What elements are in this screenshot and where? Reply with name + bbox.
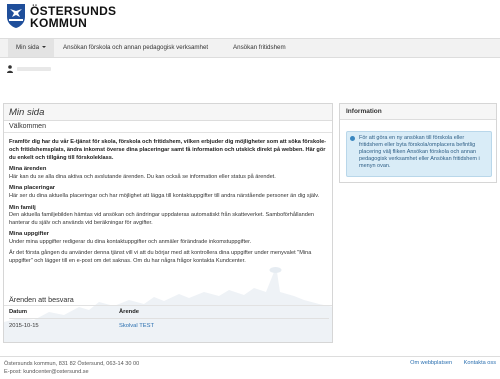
section-title-arenden: Mina ärenden <box>9 166 47 173</box>
information-text: För att göra en ny ansökan till förskola… <box>359 135 480 169</box>
footer: Östersunds kommun, 831 82 Östersund, 063… <box>0 356 500 379</box>
info-icon <box>350 136 355 141</box>
section-title-familj: Min familj <box>9 204 36 211</box>
table-header-datum: Datum <box>9 309 28 315</box>
main-title-row: Min sida <box>4 104 332 121</box>
welcome-heading: Välkommen <box>9 123 46 130</box>
table-cell-case-link[interactable]: Skolval TEST <box>119 323 154 329</box>
information-title: Information <box>346 108 382 115</box>
intro-text: Framför dig har du vår E-tjänst för skol… <box>9 139 327 161</box>
logo-text[interactable]: ÖSTERSUNDS KOMMUN <box>30 5 116 29</box>
information-header: Information <box>340 104 496 120</box>
footer-link-kontakta-oss[interactable]: Kontakta oss <box>464 360 496 366</box>
information-panel: Information För att göra en ny ansökan t… <box>339 103 497 183</box>
nav-ansokan-forskola[interactable]: Ansökan förskola och annan pedagogisk ve… <box>55 39 216 57</box>
chevron-down-icon <box>42 46 47 49</box>
nav-ansokan-fritidshem[interactable]: Ansökan fritidshem <box>225 39 294 57</box>
section-body-placeringar: Här ser du dina aktuella placeringar och… <box>9 192 320 199</box>
main-nav: Min sida Ansökan förskola och annan peda… <box>0 38 500 58</box>
user-name-redacted <box>17 67 51 71</box>
page-title: Min sida <box>9 107 45 118</box>
section-body-uppgifter: Under mina uppgifter redigerar du dina k… <box>9 238 252 245</box>
coat-of-arms-icon[interactable] <box>6 3 26 29</box>
welcome-content: Framför dig har du vår E-tjänst för skol… <box>9 139 329 266</box>
header: ÖSTERSUNDS KOMMUN <box>0 0 500 38</box>
nav-min-sida[interactable]: Min sida <box>8 39 55 57</box>
arenden-title-row: Ärenden att besvara <box>4 294 332 306</box>
outro-text: Är det första gången du använder denna t… <box>9 250 312 264</box>
arenden-heading: Ärenden att besvara <box>9 295 74 304</box>
user-bar <box>0 62 500 78</box>
footer-address: Östersunds kommun, 831 82 Östersund, 063… <box>4 361 140 367</box>
logo-line2: KOMMUN <box>30 16 88 30</box>
table-divider <box>9 318 329 319</box>
information-alert: För att göra en ny ansökan till förskola… <box>346 131 492 177</box>
footer-contact: Östersunds kommun, 831 82 Östersund, 063… <box>4 360 139 376</box>
section-body-familj: Den aktuella familjebilden hämtas vid an… <box>9 212 315 226</box>
footer-links: Om webbplatsen Kontakta oss <box>400 360 496 366</box>
footer-email: E-post: kundcenter@ostersund.se <box>4 369 89 375</box>
table-header-arende: Ärende <box>119 309 139 315</box>
section-title-placeringar: Mina placeringar <box>9 185 56 192</box>
section-title-uppgifter: Mina uppgifter <box>9 231 49 238</box>
section-body-arenden: Här kan du se alla dina aktiva och avslu… <box>9 173 276 180</box>
main-panel: Min sida Välkommen Framför dig har du vå… <box>3 103 333 343</box>
table-cell-date: 2015-10-15 <box>9 323 39 329</box>
nav-min-sida-label: Min sida <box>16 44 40 51</box>
user-icon <box>7 65 13 73</box>
welcome-row: Välkommen <box>4 121 332 133</box>
footer-link-om-webbplatsen[interactable]: Om webbplatsen <box>410 360 452 366</box>
